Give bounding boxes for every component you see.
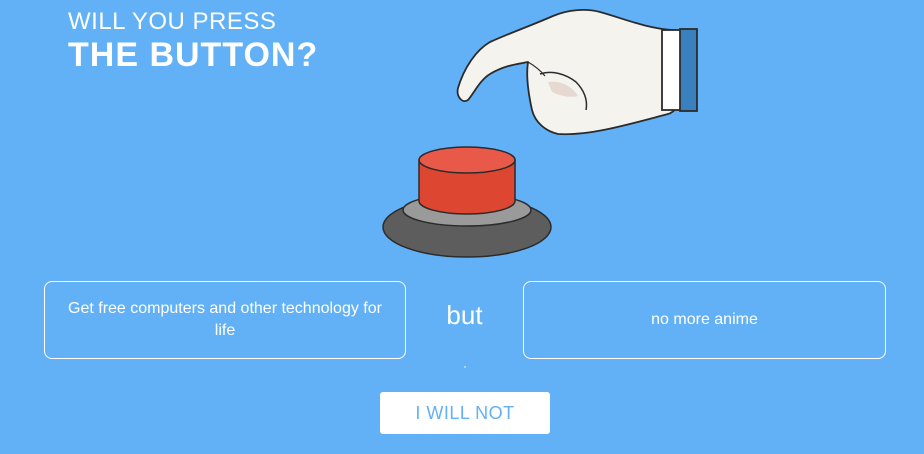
will-not-button[interactable]: I WILL NOT [380, 392, 550, 434]
divider-dot [464, 366, 466, 368]
red-button-icon [382, 146, 552, 258]
good-option-card[interactable]: Get free computers and other technology … [44, 281, 406, 359]
bad-option-card[interactable]: no more anime [523, 281, 886, 359]
hand-pointing-icon [456, 9, 698, 136]
but-connector: but [446, 300, 483, 330]
button-illustration [382, 9, 698, 258]
page: WILL YOU PRESS THE BUTTON? Get free comp… [0, 0, 924, 454]
